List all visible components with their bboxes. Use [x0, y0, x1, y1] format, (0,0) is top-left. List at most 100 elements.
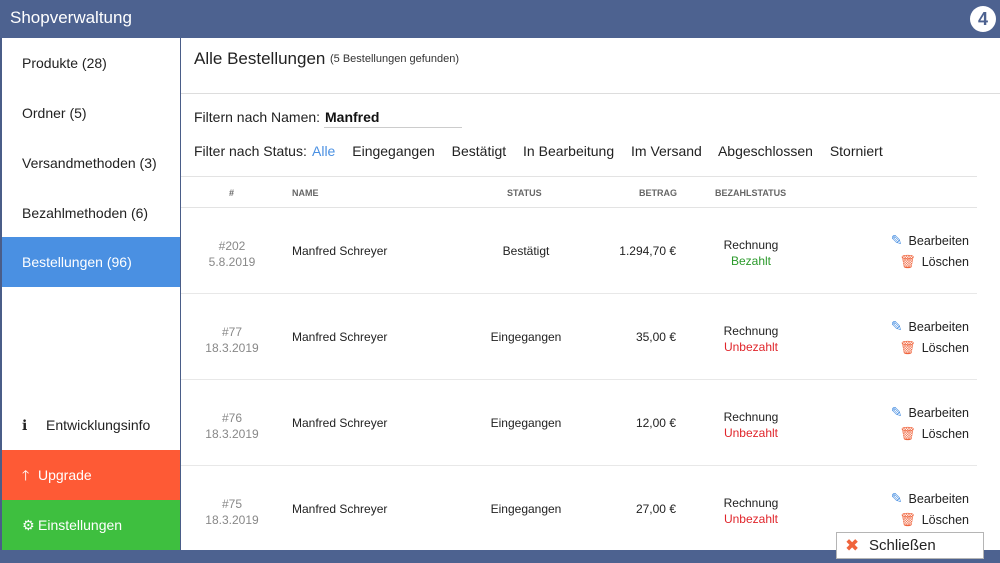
title-bar: Shopverwaltung 4	[0, 0, 1000, 38]
trash-icon: 🗑	[899, 340, 916, 355]
row-actions: ✎ Bearbeiten 🗑 Löschen	[879, 315, 969, 359]
sidebar-item-label: Einstellungen	[38, 517, 123, 533]
arrow-up-icon: 🡑	[22, 467, 30, 483]
table-header: # NAME STATUS BETRAG BEZAHLSTATUS	[181, 176, 977, 208]
status-filter-completed[interactable]: Abgeschlossen	[718, 143, 813, 159]
order-customer-name: Manfred Schreyer	[292, 330, 388, 344]
column-header-number: #	[229, 188, 235, 198]
order-customer-name: Manfred Schreyer	[292, 502, 388, 516]
payment-method: Rechnung	[723, 238, 779, 252]
pencil-icon: ✎	[890, 404, 903, 420]
sidebar-item-settings[interactable]: ⚙ Einstellungen	[2, 500, 180, 550]
edit-button[interactable]: ✎ Bearbeiten	[879, 315, 969, 337]
sidebar: Produkte (28) Ordner (5) Versandmethoden…	[2, 38, 180, 550]
edit-label: Bearbeiten	[908, 406, 969, 420]
delete-label: Löschen	[921, 427, 969, 441]
close-label: Schließen	[869, 537, 936, 554]
payment-cell: Rechnung Unbezahlt	[701, 409, 801, 441]
order-number: #75	[221, 497, 243, 511]
order-amount: 1.294,70 €	[619, 244, 676, 258]
order-status: Eingegangen	[490, 330, 562, 344]
edit-label: Bearbeiten	[908, 320, 969, 334]
order-number: #202	[218, 239, 246, 253]
payment-cell: Rechnung Bezahlt	[701, 237, 801, 269]
filter-name-input[interactable]	[324, 106, 462, 128]
order-amount: 27,00 €	[635, 502, 676, 516]
trash-icon: 🗑	[899, 512, 916, 527]
status-filter-bar: Alle Eingegangen Bestätigt In Bearbeitun…	[312, 143, 896, 159]
payment-status: Unbezahlt	[723, 512, 779, 526]
close-button[interactable]: ✖ Schließen	[836, 532, 984, 559]
order-status: Eingegangen	[490, 416, 562, 430]
table-row: #76 18.3.2019 Manfred Schreyer Eingegang…	[181, 380, 977, 466]
app-logo-icon: 4	[970, 6, 996, 32]
sidebar-item-label: Bezahlmethoden (6)	[22, 205, 149, 221]
pencil-icon: ✎	[890, 232, 903, 248]
sidebar-item-label: Versandmethoden (3)	[22, 155, 157, 171]
order-number: #76	[221, 411, 243, 425]
pencil-icon: ✎	[890, 318, 903, 334]
order-date: 5.8.2019	[208, 255, 256, 269]
status-filter-confirmed[interactable]: Bestätigt	[452, 143, 506, 159]
status-filter-all[interactable]: Alle	[312, 143, 335, 159]
trash-icon: 🗑	[899, 426, 916, 441]
column-header-name: NAME	[292, 188, 319, 198]
gear-icon: ⚙	[22, 517, 35, 533]
delete-label: Löschen	[921, 513, 969, 527]
main-content: Alle Bestellungen (5 Bestellungen gefund…	[181, 38, 1000, 552]
delete-label: Löschen	[921, 255, 969, 269]
sidebar-item-label: Ordner (5)	[22, 105, 87, 121]
edit-label: Bearbeiten	[908, 492, 969, 506]
order-number: #77	[221, 325, 243, 339]
sidebar-item-upgrade[interactable]: 🡑 Upgrade	[2, 450, 180, 500]
payment-method: Rechnung	[723, 496, 779, 510]
edit-button[interactable]: ✎ Bearbeiten	[879, 229, 969, 251]
sidebar-item-payment-methods[interactable]: Bezahlmethoden (6)	[2, 188, 180, 238]
close-icon: ✖	[845, 536, 860, 555]
order-customer-name: Manfred Schreyer	[292, 416, 388, 430]
order-amount: 12,00 €	[635, 416, 676, 430]
order-number-cell: #76 18.3.2019	[205, 410, 259, 442]
edit-label: Bearbeiten	[908, 234, 969, 248]
status-filter-processing[interactable]: In Bearbeitung	[523, 143, 614, 159]
payment-status: Bezahlt	[730, 254, 772, 268]
delete-button[interactable]: 🗑 Löschen	[879, 337, 969, 359]
order-date: 18.3.2019	[205, 341, 259, 355]
status-filter-cancelled[interactable]: Storniert	[830, 143, 883, 159]
pencil-icon: ✎	[890, 490, 903, 506]
sidebar-item-label: Bestellungen (96)	[22, 254, 132, 270]
row-actions: ✎ Bearbeiten 🗑 Löschen	[879, 229, 969, 273]
payment-status: Unbezahlt	[723, 426, 779, 440]
status-filter-received[interactable]: Eingegangen	[352, 143, 435, 159]
sidebar-item-orders[interactable]: Bestellungen (96)	[2, 237, 180, 287]
trash-icon: 🗑	[899, 254, 916, 269]
column-header-payment-status: BEZAHLSTATUS	[715, 188, 787, 198]
edit-button[interactable]: ✎ Bearbeiten	[879, 487, 969, 509]
sidebar-item-shipping-methods[interactable]: Versandmethoden (3)	[2, 138, 180, 188]
order-date: 18.3.2019	[205, 513, 259, 527]
delete-button[interactable]: 🗑 Löschen	[879, 509, 969, 531]
sidebar-item-folders[interactable]: Ordner (5)	[2, 88, 180, 138]
column-header-status: STATUS	[507, 188, 542, 198]
row-actions: ✎ Bearbeiten 🗑 Löschen	[879, 401, 969, 445]
row-actions: ✎ Bearbeiten 🗑 Löschen	[879, 487, 969, 531]
sidebar-item-dev-info[interactable]: ℹ Entwicklungsinfo	[2, 400, 180, 450]
page-title: Alle Bestellungen	[194, 49, 326, 68]
delete-button[interactable]: 🗑 Löschen	[879, 251, 969, 273]
status-filter-shipping[interactable]: Im Versand	[631, 143, 702, 159]
sidebar-item-label: Produkte (28)	[22, 55, 107, 71]
order-customer-name: Manfred Schreyer	[292, 244, 388, 258]
table-row: #77 18.3.2019 Manfred Schreyer Eingegang…	[181, 294, 977, 380]
order-number-cell: #75 18.3.2019	[205, 496, 259, 528]
delete-label: Löschen	[921, 341, 969, 355]
column-header-amount: BETRAG	[639, 188, 677, 198]
sidebar-item-products[interactable]: Produkte (28)	[2, 38, 180, 88]
sidebar-item-label: Upgrade	[38, 467, 92, 483]
edit-button[interactable]: ✎ Bearbeiten	[879, 401, 969, 423]
payment-method: Rechnung	[723, 410, 779, 424]
delete-button[interactable]: 🗑 Löschen	[879, 423, 969, 445]
sidebar-item-label: Entwicklungsinfo	[46, 417, 151, 433]
app-title: Shopverwaltung	[10, 8, 132, 27]
filter-status-label: Filter nach Status:	[194, 143, 307, 159]
filter-name-label: Filtern nach Namen:	[194, 109, 321, 125]
